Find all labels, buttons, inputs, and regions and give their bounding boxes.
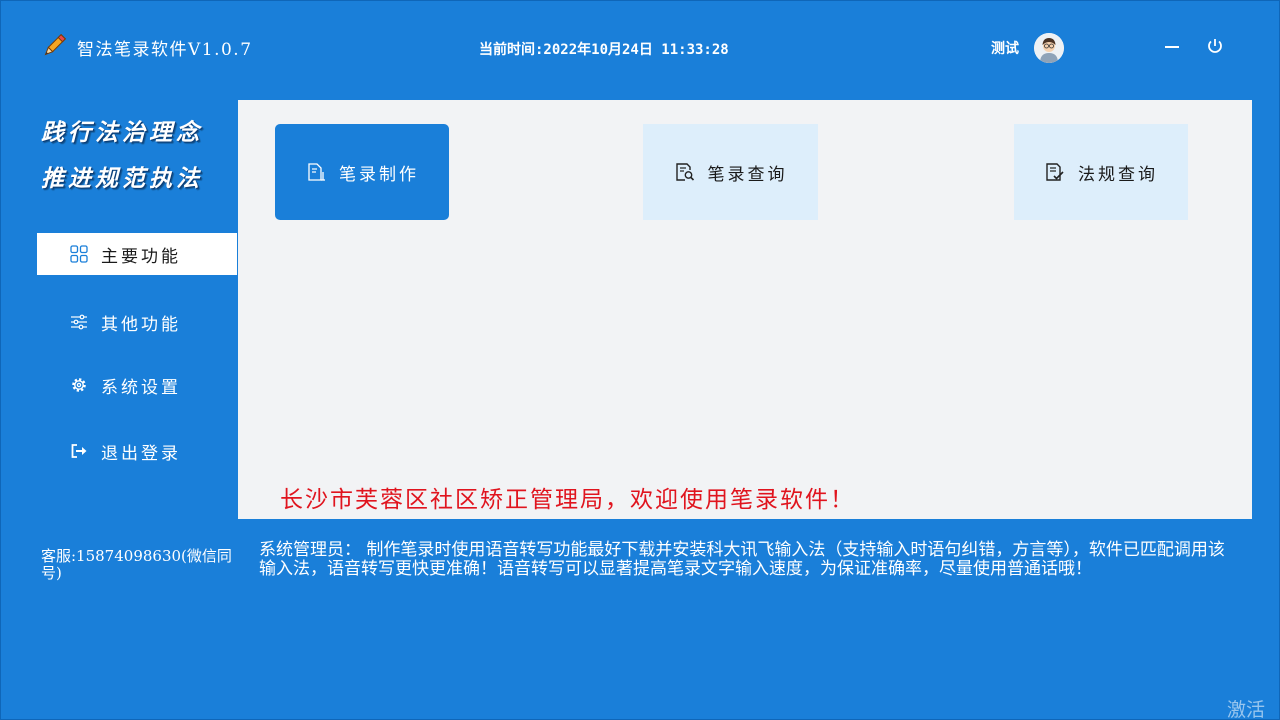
user-name: 测试 [991, 41, 1019, 57]
gear-icon [69, 375, 89, 395]
power-button[interactable] [1204, 35, 1226, 57]
document-edit-icon [305, 161, 327, 183]
document-search-icon [674, 161, 696, 183]
app-window: 智法笔录软件V1.0.7 当前时间:2022年10月24日 11:33:28 测… [0, 0, 1280, 720]
document-check-icon [1044, 161, 1066, 183]
record-search-button[interactable]: 笔录查询 [643, 124, 818, 220]
power-icon [1208, 39, 1222, 53]
sliders-icon [69, 312, 89, 332]
main-panel: 笔录制作 笔录查询 法规查询 长沙市芙蓉区社区矫正管理局，欢迎使用笔录软件！ [238, 100, 1252, 519]
slogan-line-2: 推进规范执法 [41, 165, 203, 192]
admin-notice: 系统管理员： 制作笔录时使用语音转写功能最好下载并安装科大讯飞输入法（支持输入时… [259, 540, 1225, 579]
sidebar-item-label: 主要功能 [101, 246, 181, 267]
grid-icon [69, 244, 89, 264]
regulation-search-button[interactable]: 法规查询 [1014, 124, 1188, 220]
pencil-logo-icon [41, 33, 67, 59]
logout-icon [69, 441, 89, 461]
current-time: 当前时间:2022年10月24日 11:33:28 [479, 42, 729, 58]
regulation-search-label: 法规查询 [1078, 164, 1158, 185]
sidebar-item-other-functions[interactable]: 其他功能 [37, 301, 237, 343]
record-create-label: 笔录制作 [339, 164, 419, 185]
sidebar-item-label: 其他功能 [101, 314, 181, 335]
activation-watermark: 激活 [1227, 699, 1266, 720]
sidebar-item-main-functions[interactable]: 主要功能 [37, 233, 237, 275]
app-title: 智法笔录软件V1.0.7 [77, 40, 253, 60]
user-avatar-icon[interactable] [1034, 33, 1064, 63]
record-search-label: 笔录查询 [707, 164, 788, 185]
minimize-button[interactable] [1161, 35, 1183, 57]
sidebar-item-logout[interactable]: 退出登录 [37, 430, 237, 472]
slogan-line-1: 践行法治理念 [41, 119, 203, 146]
sidebar-item-label: 系统设置 [101, 377, 181, 398]
sidebar-item-label: 退出登录 [101, 443, 181, 464]
welcome-message: 长沙市芙蓉区社区矫正管理局，欢迎使用笔录软件！ [280, 487, 855, 513]
minimize-icon [1165, 46, 1179, 48]
sidebar-item-system-settings[interactable]: 系统设置 [37, 364, 237, 406]
record-create-button[interactable]: 笔录制作 [275, 124, 449, 220]
customer-service-contact: 客服:15874098630(微信同号) [41, 547, 232, 582]
